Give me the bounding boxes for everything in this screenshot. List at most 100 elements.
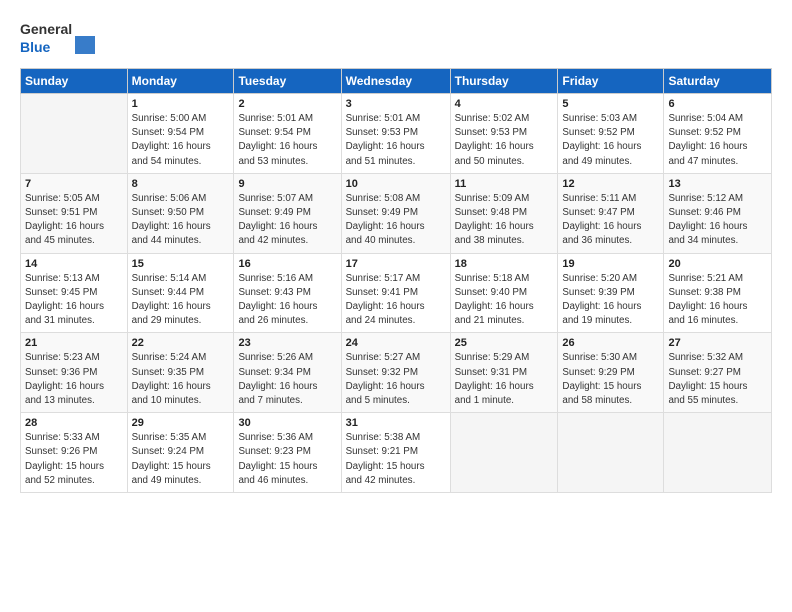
calendar-cell: 18 Sunrise: 5:18 AMSunset: 9:40 PMDayligh…	[450, 253, 558, 333]
day-number: 6	[668, 98, 767, 110]
day-info: Sunrise: 5:01 AMSunset: 9:53 PMDaylight:…	[346, 112, 446, 169]
day-number: 7	[25, 178, 123, 190]
svg-text:General: General	[20, 21, 72, 37]
calendar-cell	[450, 413, 558, 493]
calendar-week-row: 7 Sunrise: 5:05 AMSunset: 9:51 PMDaylight…	[21, 173, 772, 253]
day-info: Sunrise: 5:30 AMSunset: 9:29 PMDaylight:…	[562, 351, 659, 408]
day-number: 30	[238, 417, 336, 429]
weekday-header-cell: Tuesday	[234, 69, 341, 94]
weekday-header-cell: Saturday	[664, 69, 772, 94]
day-number: 1	[132, 98, 230, 110]
calendar-cell: 12Sunrise: 5:11 AMSunset: 9:47 PMDayligh…	[558, 173, 664, 253]
day-info: Sunrise: 5:20 AMSunset: 9:39 PMDaylight:…	[562, 272, 659, 329]
day-number: 15	[132, 258, 230, 270]
calendar-cell: 24 Sunrise: 5:27 AMSunset: 9:32 PMDayligh…	[341, 333, 450, 413]
calendar-cell: 22 Sunrise: 5:24 AMSunset: 9:35 PMDayligh…	[127, 333, 234, 413]
calendar-cell: 28Sunrise: 5:33 AMSunset: 9:26 PMDayligh…	[21, 413, 128, 493]
logo: General Blue	[20, 18, 100, 58]
weekday-header-cell: Friday	[558, 69, 664, 94]
calendar-cell	[558, 413, 664, 493]
calendar-cell: 19 Sunrise: 5:20 AMSunset: 9:39 PMDayligh…	[558, 253, 664, 333]
calendar-cell: 14 Sunrise: 5:13 AMSunset: 9:45 PMDayligh…	[21, 253, 128, 333]
day-info: Sunrise: 5:16 AMSunset: 9:43 PMDaylight:…	[238, 272, 336, 329]
calendar-cell: 7 Sunrise: 5:05 AMSunset: 9:51 PMDaylight…	[21, 173, 128, 253]
calendar-cell: 9 Sunrise: 5:07 AMSunset: 9:49 PMDaylight…	[234, 173, 341, 253]
calendar-cell: 26Sunrise: 5:30 AMSunset: 9:29 PMDayligh…	[558, 333, 664, 413]
day-number: 10	[346, 178, 446, 190]
day-number: 22	[132, 337, 230, 349]
day-number: 18	[455, 258, 554, 270]
calendar-cell: 31Sunrise: 5:38 AMSunset: 9:21 PMDayligh…	[341, 413, 450, 493]
weekday-header-cell: Wednesday	[341, 69, 450, 94]
calendar-cell: 20Sunrise: 5:21 AMSunset: 9:38 PMDayligh…	[664, 253, 772, 333]
calendar-cell: 23 Sunrise: 5:26 AMSunset: 9:34 PMDayligh…	[234, 333, 341, 413]
page: General Blue SundayMondayTuesdayWednesda…	[0, 0, 792, 612]
calendar-cell: 15Sunrise: 5:14 AMSunset: 9:44 PMDayligh…	[127, 253, 234, 333]
calendar-cell: 21Sunrise: 5:23 AMSunset: 9:36 PMDayligh…	[21, 333, 128, 413]
day-info: Sunrise: 5:02 AMSunset: 9:53 PMDaylight:…	[455, 112, 554, 169]
day-info: Sunrise: 5:09 AMSunset: 9:48 PMDaylight:…	[455, 192, 554, 249]
day-number: 31	[346, 417, 446, 429]
calendar-cell: 2Sunrise: 5:01 AMSunset: 9:54 PMDaylight…	[234, 94, 341, 174]
calendar-cell: 17 Sunrise: 5:17 AMSunset: 9:41 PMDayligh…	[341, 253, 450, 333]
day-info: Sunrise: 5:12 AMSunset: 9:46 PMDaylight:…	[668, 192, 767, 249]
day-number: 13	[668, 178, 767, 190]
day-info: Sunrise: 5:35 AMSunset: 9:24 PMDaylight:…	[132, 431, 230, 488]
day-number: 8	[132, 178, 230, 190]
day-info: Sunrise: 5:18 AMSunset: 9:40 PMDaylight:…	[455, 272, 554, 329]
day-number: 24	[346, 337, 446, 349]
calendar-cell: 30 Sunrise: 5:36 AMSunset: 9:23 PMDayligh…	[234, 413, 341, 493]
day-number: 29	[132, 417, 230, 429]
calendar-cell: 1 Sunrise: 5:00 AMSunset: 9:54 PMDaylight…	[127, 94, 234, 174]
day-number: 19	[562, 258, 659, 270]
weekday-header-cell: Thursday	[450, 69, 558, 94]
day-info: Sunrise: 5:01 AMSunset: 9:54 PMDaylight:…	[238, 112, 336, 169]
day-number: 3	[346, 98, 446, 110]
day-number: 16	[238, 258, 336, 270]
day-info: Sunrise: 5:27 AMSunset: 9:32 PMDaylight:…	[346, 351, 446, 408]
day-number: 12	[562, 178, 659, 190]
calendar-cell	[664, 413, 772, 493]
day-info: Sunrise: 5:26 AMSunset: 9:34 PMDaylight:…	[238, 351, 336, 408]
calendar-cell: 3 Sunrise: 5:01 AMSunset: 9:53 PMDaylight…	[341, 94, 450, 174]
calendar-cell: 10Sunrise: 5:08 AMSunset: 9:49 PMDayligh…	[341, 173, 450, 253]
day-number: 4	[455, 98, 554, 110]
day-number: 14	[25, 258, 123, 270]
weekday-header-row: SundayMondayTuesdayWednesdayThursdayFrid…	[21, 69, 772, 94]
svg-text:Blue: Blue	[20, 39, 51, 55]
calendar-cell: 29 Sunrise: 5:35 AMSunset: 9:24 PMDayligh…	[127, 413, 234, 493]
day-number: 23	[238, 337, 336, 349]
day-info: Sunrise: 5:04 AMSunset: 9:52 PMDaylight:…	[668, 112, 767, 169]
weekday-header-cell: Sunday	[21, 69, 128, 94]
calendar-cell: 5Sunrise: 5:03 AMSunset: 9:52 PMDaylight…	[558, 94, 664, 174]
day-info: Sunrise: 5:00 AMSunset: 9:54 PMDaylight:…	[132, 112, 230, 169]
weekday-header-cell: Monday	[127, 69, 234, 94]
calendar-cell: 16 Sunrise: 5:16 AMSunset: 9:43 PMDayligh…	[234, 253, 341, 333]
day-number: 25	[455, 337, 554, 349]
logo-svg: General Blue	[20, 18, 100, 58]
day-info: Sunrise: 5:17 AMSunset: 9:41 PMDaylight:…	[346, 272, 446, 329]
calendar-table: SundayMondayTuesdayWednesdayThursdayFrid…	[20, 68, 772, 493]
day-number: 11	[455, 178, 554, 190]
day-number: 17	[346, 258, 446, 270]
day-info: Sunrise: 5:06 AMSunset: 9:50 PMDaylight:…	[132, 192, 230, 249]
day-number: 21	[25, 337, 123, 349]
day-info: Sunrise: 5:29 AMSunset: 9:31 PMDaylight:…	[455, 351, 554, 408]
day-info: Sunrise: 5:24 AMSunset: 9:35 PMDaylight:…	[132, 351, 230, 408]
day-info: Sunrise: 5:05 AMSunset: 9:51 PMDaylight:…	[25, 192, 123, 249]
calendar-week-row: 21Sunrise: 5:23 AMSunset: 9:36 PMDayligh…	[21, 333, 772, 413]
calendar-cell: 11 Sunrise: 5:09 AMSunset: 9:48 PMDayligh…	[450, 173, 558, 253]
calendar-cell: 13 Sunrise: 5:12 AMSunset: 9:46 PMDayligh…	[664, 173, 772, 253]
header: General Blue	[20, 18, 772, 58]
day-number: 28	[25, 417, 123, 429]
day-info: Sunrise: 5:21 AMSunset: 9:38 PMDaylight:…	[668, 272, 767, 329]
day-info: Sunrise: 5:07 AMSunset: 9:49 PMDaylight:…	[238, 192, 336, 249]
day-info: Sunrise: 5:32 AMSunset: 9:27 PMDaylight:…	[668, 351, 767, 408]
day-info: Sunrise: 5:36 AMSunset: 9:23 PMDaylight:…	[238, 431, 336, 488]
calendar-cell: 27 Sunrise: 5:32 AMSunset: 9:27 PMDayligh…	[664, 333, 772, 413]
calendar-cell: 25 Sunrise: 5:29 AMSunset: 9:31 PMDayligh…	[450, 333, 558, 413]
day-info: Sunrise: 5:13 AMSunset: 9:45 PMDaylight:…	[25, 272, 123, 329]
day-number: 9	[238, 178, 336, 190]
day-number: 27	[668, 337, 767, 349]
day-number: 5	[562, 98, 659, 110]
